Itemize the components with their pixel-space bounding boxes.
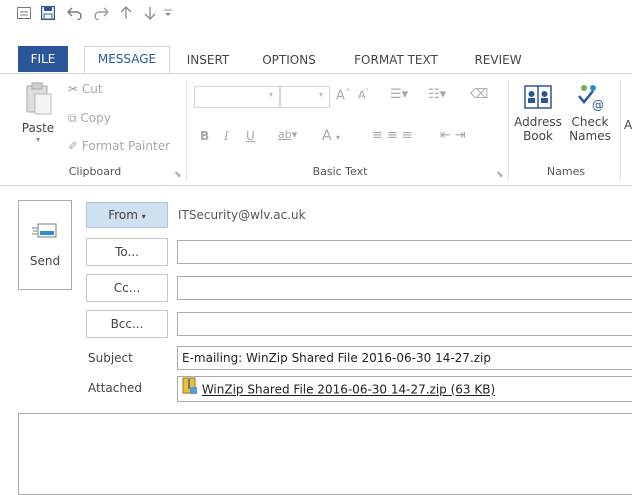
zip-file-icon — [182, 377, 198, 403]
customize-icon[interactable] — [162, 5, 174, 21]
attached-field: WinZip Shared File 2016-06-30 14-27.zip … — [177, 376, 632, 402]
address-book-label-2: Book — [523, 129, 553, 143]
format-painter-button[interactable]: ✐ Format Painter — [68, 139, 170, 153]
clipboard-group-label: Clipboard — [68, 165, 122, 178]
bullets-icon[interactable]: ☰▾ — [390, 87, 408, 102]
tab-review[interactable]: REVIEW — [466, 48, 530, 72]
align-icons[interactable]: ≡≡≡ — [372, 128, 417, 143]
redo-icon[interactable] — [92, 5, 110, 21]
address-book-label-1: Address — [514, 115, 562, 129]
quick-access-toolbar — [0, 0, 632, 26]
send-icon — [32, 223, 57, 238]
format-painter-label: Format Painter — [81, 139, 171, 153]
check-names-label-2: Names — [569, 129, 611, 143]
check-names-label-1: Check — [571, 115, 609, 129]
copy-label: Copy — [80, 111, 111, 125]
dialog-launcher-icon[interactable]: ⬊ — [174, 170, 182, 180]
tab-format-text[interactable]: FORMAT TEXT — [346, 48, 446, 72]
subject-field[interactable]: E-mailing: WinZip Shared File 2016-06-30… — [177, 346, 632, 370]
cc-field[interactable] — [177, 276, 632, 300]
paste-label: Paste — [21, 121, 55, 135]
up-arrow-icon[interactable] — [118, 5, 134, 21]
down-arrow-icon[interactable] — [142, 5, 158, 21]
tab-message[interactable]: MESSAGE — [84, 46, 170, 74]
to-button[interactable]: To... — [86, 238, 168, 266]
underline-button[interactable]: U — [246, 129, 255, 143]
attachment-link[interactable]: WinZip Shared File 2016-06-30 14-27.zip … — [202, 383, 495, 397]
chevron-down-icon: ▾ — [268, 90, 273, 99]
check-names-button[interactable]: @ Check Names — [566, 82, 614, 143]
from-value: ITSecurity@wlv.ac.uk — [178, 208, 306, 222]
names-group-label: Names — [546, 165, 586, 178]
subject-label: Subject — [88, 351, 133, 365]
chevron-down-icon: ▾ — [35, 135, 40, 144]
save-icon[interactable] — [40, 5, 56, 21]
from-label: From — [108, 208, 138, 222]
copy-button[interactable]: ⧉ Copy — [68, 111, 111, 126]
bcc-label: Bcc... — [110, 317, 144, 331]
indent-icons[interactable]: ⇤⇥ — [440, 128, 470, 143]
paintbrush-icon: ✐ — [68, 139, 79, 153]
attached-label: Attached — [88, 381, 142, 395]
undo-icon[interactable] — [66, 5, 84, 21]
numbering-icon[interactable]: ☷▾ — [428, 87, 446, 102]
chevron-down-icon: ▾ — [318, 90, 323, 99]
grow-font-icon[interactable]: A^ — [336, 88, 351, 103]
send-button[interactable]: Send — [18, 200, 72, 290]
chevron-down-icon: ▾ — [141, 212, 146, 221]
cc-label: Cc... — [113, 281, 141, 295]
font-size-combo[interactable]: ▾ — [280, 86, 330, 108]
cut-button[interactable]: ✂ Cut — [68, 82, 103, 96]
clear-formatting-icon[interactable]: ⌫ — [470, 87, 488, 102]
window-icon[interactable] — [16, 5, 32, 21]
paste-icon — [26, 82, 52, 115]
next-group-partial[interactable]: A — [624, 118, 632, 132]
to-field[interactable] — [177, 240, 632, 264]
highlight-icon[interactable]: ab▾ — [278, 128, 297, 141]
bcc-field[interactable] — [177, 312, 632, 336]
bold-button[interactable]: B — [200, 129, 209, 143]
ribbon: Paste ▾ ✂ Cut ⧉ Copy ✐ Format Painter Cl… — [0, 73, 632, 186]
address-book-icon — [524, 85, 552, 109]
subject-value: E-mailing: WinZip Shared File 2016-06-30… — [182, 351, 492, 365]
send-label: Send — [29, 254, 61, 268]
svg-text:@: @ — [592, 98, 604, 112]
tab-options[interactable]: OPTIONS — [252, 48, 326, 72]
font-color-label: A — [322, 128, 332, 144]
check-names-icon: @ — [578, 85, 604, 112]
dialog-launcher-icon[interactable]: ⬊ — [496, 170, 504, 180]
from-button[interactable]: From ▾ — [86, 202, 168, 228]
cut-label: Cut — [81, 82, 103, 96]
chevron-down-icon: ▾ — [336, 133, 341, 142]
font-name-combo[interactable]: ▾ — [194, 86, 280, 108]
to-label: To... — [115, 245, 139, 259]
copy-icon: ⧉ — [68, 111, 77, 125]
font-color-button[interactable]: A ▾ — [322, 128, 340, 144]
cc-button[interactable]: Cc... — [86, 274, 168, 302]
basic-text-group-label: Basic Text — [312, 165, 368, 178]
scissors-icon: ✂ — [68, 82, 79, 96]
paste-button[interactable]: Paste ▾ — [20, 82, 56, 160]
bcc-button[interactable]: Bcc... — [86, 310, 168, 338]
tab-insert[interactable]: INSERT — [180, 48, 236, 72]
shrink-font-icon[interactable]: A˅ — [358, 88, 369, 102]
tab-file[interactable]: FILE — [18, 46, 68, 72]
address-book-button[interactable]: Address Book — [512, 82, 564, 143]
italic-button[interactable]: I — [224, 129, 229, 143]
